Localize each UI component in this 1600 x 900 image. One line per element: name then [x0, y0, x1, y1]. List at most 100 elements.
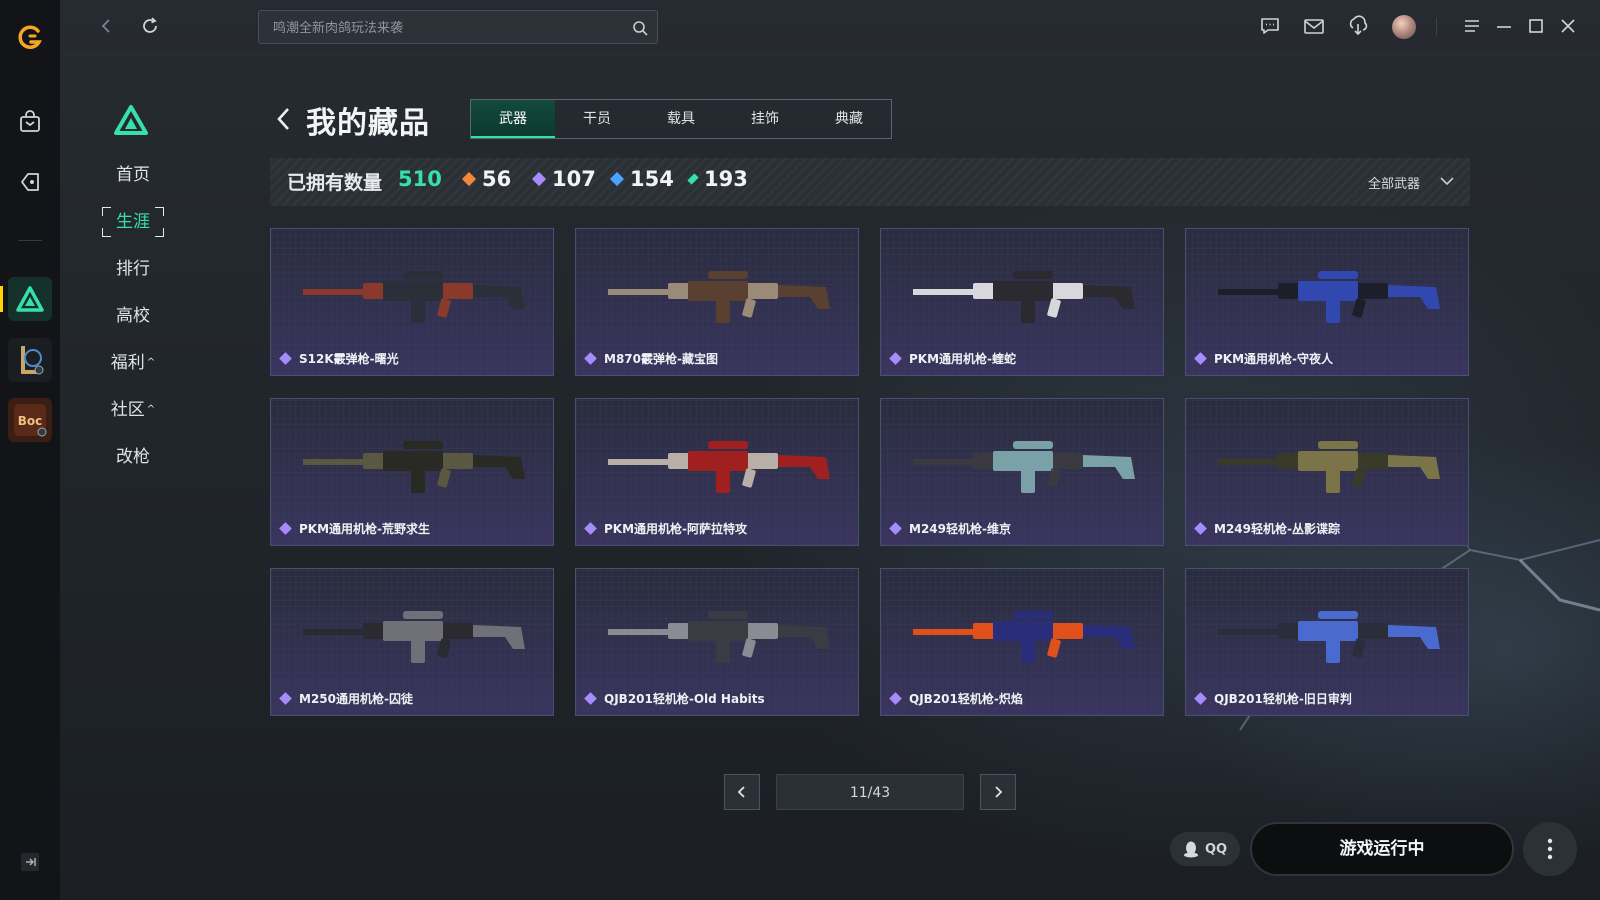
- search-icon[interactable]: [631, 19, 649, 37]
- weapon-card[interactable]: PKM通用机枪-蝰蛇: [880, 228, 1164, 376]
- mail-icon[interactable]: [1302, 14, 1326, 38]
- refresh-icon[interactable]: [138, 14, 162, 38]
- next-page-button[interactable]: [980, 774, 1016, 810]
- maximize-icon[interactable]: [1524, 14, 1548, 38]
- boc-game-icon[interactable]: Boc: [8, 398, 52, 442]
- weapon-image: [303, 611, 525, 663]
- rarity-blue-count: 154: [609, 167, 674, 191]
- nav-label: 福利: [110, 353, 145, 373]
- caret-up-icon: ^: [146, 404, 156, 415]
- nav-home[interactable]: 首页: [102, 160, 164, 190]
- nav-welfare[interactable]: 福利 ^: [102, 348, 164, 378]
- weapon-image: [913, 611, 1135, 663]
- weapon-name: PKM通用机枪-守夜人: [1214, 352, 1334, 366]
- game-running-button[interactable]: 游戏运行中: [1250, 822, 1514, 876]
- minimize-icon[interactable]: [1492, 14, 1516, 38]
- nav-career[interactable]: 生涯: [102, 207, 164, 237]
- weapon-name: M249轻机枪-维京: [909, 522, 1011, 536]
- weapon-name: PKM通用机枪-蝰蛇: [909, 352, 1017, 366]
- weapon-card[interactable]: PKM通用机枪-守夜人: [1185, 228, 1469, 376]
- back-icon[interactable]: [94, 14, 118, 38]
- weapon-image: [1218, 611, 1440, 663]
- vertical-dots-icon: [1547, 838, 1553, 860]
- avatar[interactable]: [1392, 15, 1416, 39]
- weapon-card[interactable]: M870霰弹枪-藏宝图: [575, 228, 859, 376]
- menu-icon[interactable]: [1460, 14, 1484, 38]
- tab-vehicles[interactable]: 载具: [639, 100, 723, 138]
- chevron-left-icon: [737, 786, 745, 798]
- weapon-image: [1218, 441, 1440, 493]
- rarity-purple-gem-icon: [584, 522, 597, 535]
- delta-force-game-icon[interactable]: [8, 277, 52, 321]
- close-icon[interactable]: [1556, 14, 1580, 38]
- tab-charms[interactable]: 挂饰: [723, 100, 807, 138]
- nav-label: 首页: [116, 165, 150, 185]
- weapon-card[interactable]: PKM通用机枪-荒野求生: [270, 398, 554, 546]
- ownership-stats-bar: 已拥有数量 510 56 107 154 193 全部武器: [270, 158, 1470, 206]
- store-bag-icon[interactable]: [14, 106, 46, 138]
- rail-divider: [18, 240, 42, 241]
- weapon-image: [913, 271, 1135, 323]
- chevron-down-icon[interactable]: [1438, 172, 1456, 190]
- rarity-purple-gem-icon: [279, 692, 292, 705]
- count-value: 193: [704, 167, 748, 191]
- weapon-name: QJB201轻机枪-炽焰: [909, 692, 1023, 706]
- nav-college[interactable]: 高校: [102, 301, 164, 331]
- weapon-image: [608, 271, 830, 323]
- nav-ranking[interactable]: 排行: [102, 254, 164, 284]
- collapse-sidebar-icon[interactable]: [20, 852, 40, 872]
- nav-label: 高校: [116, 306, 150, 326]
- chat-icon[interactable]: [1258, 14, 1282, 38]
- rarity-purple-gem-icon: [1194, 692, 1207, 705]
- weapon-card[interactable]: QJB201轻机枪-Old Habits: [575, 568, 859, 716]
- rarity-purple-gem-icon: [279, 352, 292, 365]
- weapon-name: M250通用机枪-囚徒: [299, 692, 413, 706]
- qq-login-button[interactable]: QQ: [1170, 832, 1240, 866]
- weapon-card[interactable]: M249轻机枪-丛影谍踪: [1185, 398, 1469, 546]
- bracket-corner: [102, 207, 111, 216]
- nav-community[interactable]: 社区 ^: [102, 395, 164, 425]
- tab-weapons[interactable]: 武器: [471, 100, 555, 138]
- download-icon[interactable]: [1346, 14, 1370, 38]
- active-indicator: [0, 286, 3, 312]
- weapon-filter-dropdown[interactable]: 全部武器: [1368, 173, 1420, 192]
- league-game-icon[interactable]: [8, 338, 52, 382]
- nav-gun-mod[interactable]: 改枪: [102, 442, 164, 472]
- rarity-purple-gem-icon: [889, 692, 902, 705]
- weapon-name: PKM通用机枪-荒野求生: [299, 522, 431, 536]
- top-bar: [60, 0, 1600, 55]
- search-box[interactable]: [258, 10, 658, 45]
- count-value: 154: [630, 167, 674, 191]
- rarity-purple-gem-icon: [584, 352, 597, 365]
- owned-count-label: 已拥有数量: [287, 172, 383, 194]
- purple-gem-icon: [531, 171, 547, 187]
- weapon-card[interactable]: M250通用机枪-囚徒: [270, 568, 554, 716]
- search-input[interactable]: [271, 11, 625, 45]
- prev-page-button[interactable]: [724, 774, 760, 810]
- weapon-name: QJB201轻机枪-Old Habits: [604, 692, 765, 706]
- weapon-card[interactable]: M249轻机枪-维京: [880, 398, 1164, 546]
- rarity-purple-gem-icon: [1194, 352, 1207, 365]
- weapon-card[interactable]: PKM通用机枪-阿萨拉特攻: [575, 398, 859, 546]
- app-rail: Boc: [0, 0, 60, 900]
- more-options-button[interactable]: [1523, 822, 1577, 876]
- game-tag-icon[interactable]: [14, 166, 46, 198]
- weapon-card[interactable]: QJB201轻机枪-炽焰: [880, 568, 1164, 716]
- app-logo-icon[interactable]: [14, 22, 46, 54]
- blue-gem-icon: [609, 171, 625, 187]
- page-back-icon[interactable]: [272, 104, 296, 134]
- delta-force-logo-icon: [113, 104, 149, 136]
- category-tabs: 武器 干员 载具 挂饰 典藏: [470, 99, 892, 139]
- tab-operators[interactable]: 干员: [555, 100, 639, 138]
- tab-collection[interactable]: 典藏: [807, 100, 891, 138]
- rarity-purple-gem-icon: [584, 692, 597, 705]
- bracket-corner: [155, 207, 164, 216]
- weapon-image: [608, 611, 830, 663]
- toolbar-divider: [1436, 18, 1437, 36]
- weapon-card[interactable]: QJB201轻机枪-旧日审判: [1185, 568, 1469, 716]
- rarity-orange-count: 56: [461, 167, 511, 191]
- chevron-right-icon: [995, 786, 1003, 798]
- svg-text:Boc: Boc: [18, 414, 43, 428]
- weapon-card[interactable]: S12K霰弹枪-曙光: [270, 228, 554, 376]
- nav-label: 改枪: [116, 447, 150, 467]
